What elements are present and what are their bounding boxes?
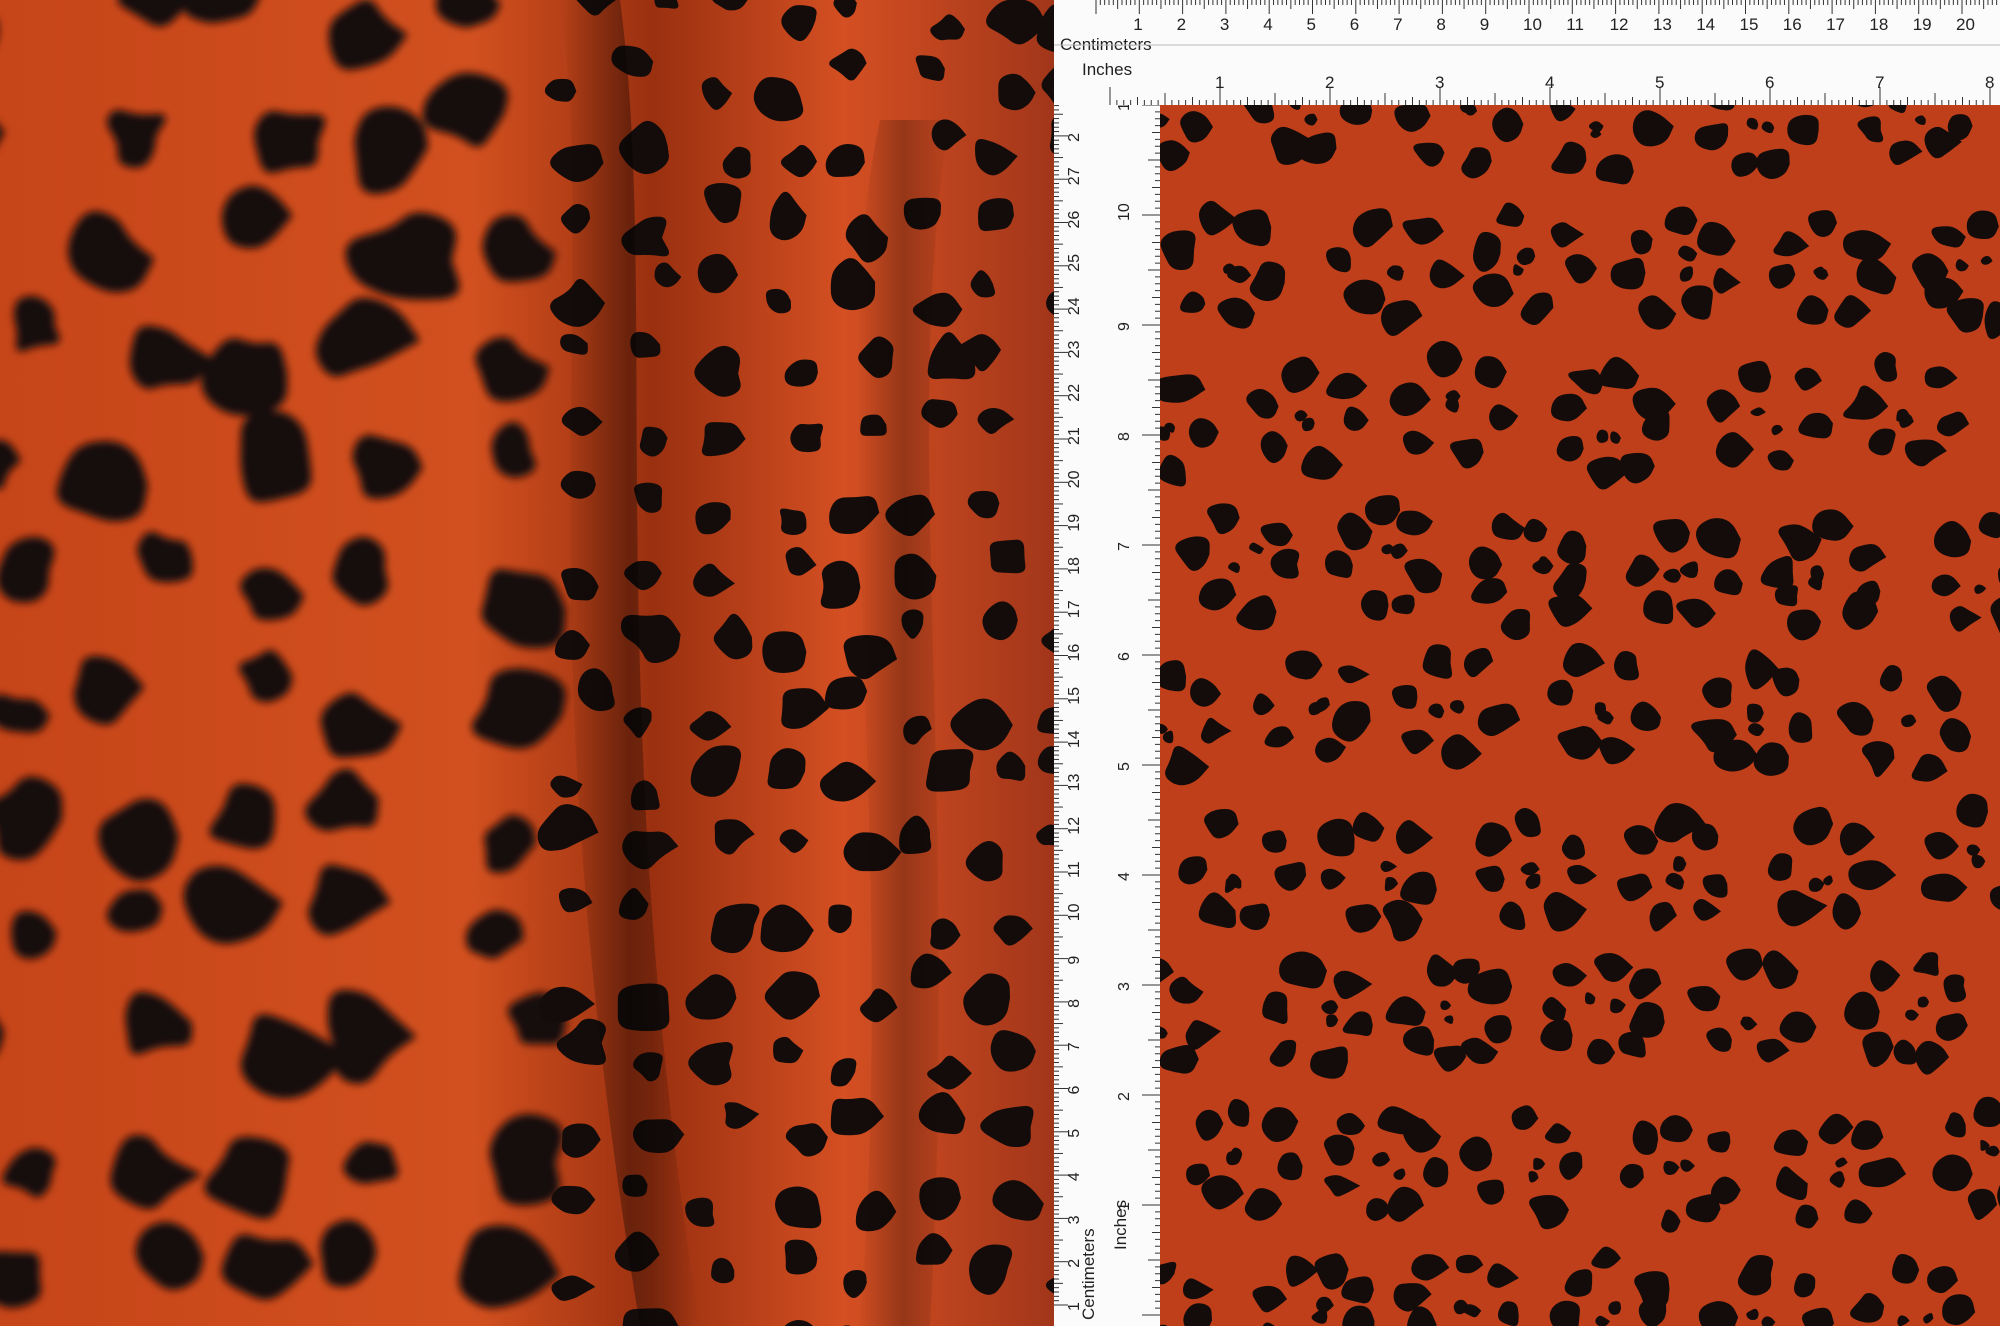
- left-ruler-cm-number: 18: [1066, 557, 1083, 575]
- left-ruler-cm-label: Centimeters: [1079, 1228, 1098, 1320]
- top-ruler-in-number: 8: [1985, 73, 1994, 92]
- top-ruler-cm-number: 12: [1610, 15, 1629, 34]
- left-ruler-cm-number: 14: [1066, 730, 1083, 748]
- left-ruler-in-number: 11: [1116, 105, 1133, 111]
- left-ruler-cm-number: 15: [1066, 687, 1083, 705]
- left-ruler-in-number: 7: [1116, 542, 1133, 551]
- left-ruler-in-number: 10: [1116, 203, 1133, 221]
- left-ruler-in-number: 2: [1116, 1092, 1133, 1101]
- top-ruler-in-number: 6: [1765, 73, 1774, 92]
- top-ruler-cm-number: 11: [1566, 15, 1584, 34]
- left-ruler: 1 2 3 4 5 6 7 8 9 10 11 12 13 14 15 16 17 18 19 20 21 22 23 24 2…: [1054, 94, 1160, 1326]
- left-ruler-cm-number: 5: [1066, 1129, 1083, 1138]
- top-ruler-in-number: 5: [1655, 73, 1664, 92]
- flat-fabric-swatch: [1160, 105, 2000, 1326]
- top-ruler-cm-number: 13: [1653, 15, 1672, 34]
- top-ruler-in-number: 4: [1545, 73, 1554, 92]
- left-ruler-cm-number: 4: [1066, 1172, 1083, 1181]
- leopard-spot: [489, 1114, 564, 1206]
- left-ruler-cm-number: 21: [1066, 427, 1083, 445]
- rosette-fragment: [1787, 114, 1819, 146]
- left-ruler-cm-number: 11: [1066, 861, 1083, 878]
- top-ruler-cm-number: 16: [1783, 15, 1802, 34]
- left-ruler-in-label: Inches: [1111, 1200, 1130, 1250]
- top-ruler-cm-number: 2: [1177, 15, 1186, 34]
- left-ruler-scale: 1234567891011121314151617181920212223242…: [1054, 94, 1160, 1320]
- leopard-spot: [779, 508, 807, 536]
- top-ruler-cm-number: 7: [1393, 15, 1402, 34]
- left-ruler-in-number: 9: [1116, 322, 1133, 331]
- top-ruler-cm-number: 3: [1220, 15, 1229, 34]
- top-ruler-cm-number: 18: [1869, 15, 1888, 34]
- top-ruler-cm-number: 17: [1826, 15, 1845, 34]
- draped-leopard-fabric: [0, 0, 1054, 1326]
- left-ruler-cm-number: 9: [1066, 956, 1083, 965]
- left-ruler-in-number: 5: [1116, 762, 1133, 771]
- leopard-spot: [254, 111, 326, 173]
- leopard-spot: [977, 198, 1014, 232]
- top-ruler-cm-number: 15: [1740, 15, 1759, 34]
- product-photo: Centimeters Inches 1 2 3 4 5 6 7 8 9 10 11 12 13 14 15…: [0, 0, 2000, 1326]
- top-ruler-cm-number: 14: [1696, 15, 1715, 34]
- left-ruler-cm-number: 8: [1066, 999, 1083, 1008]
- left-ruler-in-number: 4: [1116, 872, 1133, 881]
- left-ruler-cm-number: 19: [1066, 514, 1083, 532]
- top-ruler-cm-number: 8: [1436, 15, 1445, 34]
- leopard-spot: [820, 560, 861, 609]
- left-ruler-cm-number: 25: [1066, 254, 1083, 272]
- left-ruler-cm-number: 27: [1066, 167, 1083, 185]
- top-ruler-in-number: 2: [1325, 73, 1334, 92]
- draped-fabric-photo: [0, 0, 1054, 1326]
- rosette-fragment: [1966, 210, 1999, 240]
- leopard-spot: [762, 631, 807, 673]
- left-ruler-cm-ticks: 1234567891011121314151617181920212223242…: [1054, 105, 1083, 1311]
- top-ruler-cm-ticks: 123456789101112131415161718192021: [1095, 0, 2000, 34]
- left-ruler-cm-number: 6: [1066, 1086, 1083, 1095]
- top-ruler-in-number: 3: [1435, 73, 1444, 92]
- left-ruler-cm-number: 3: [1066, 1215, 1083, 1224]
- left-ruler-cm-number: 20: [1066, 470, 1083, 488]
- top-ruler-in-number: 1: [1215, 73, 1224, 92]
- top-ruler-cm-number: 4: [1263, 15, 1272, 34]
- left-ruler-in-number: 3: [1116, 982, 1133, 991]
- left-ruler-cm-number: 22: [1066, 384, 1083, 402]
- top-ruler-in-number: 7: [1875, 73, 1884, 92]
- top-ruler-in-ticks: 1 2 3 4 5 6 7 8: [1109, 73, 1994, 105]
- left-ruler-cm-number: 17: [1066, 600, 1083, 618]
- top-ruler-cm-number: 6: [1350, 15, 1359, 34]
- top-ruler-cm-number: 19: [1913, 15, 1932, 34]
- leopard-spot: [0, 1251, 42, 1308]
- top-ruler-cm-number: 20: [1956, 15, 1975, 34]
- left-ruler-cm-number: 12: [1066, 817, 1083, 835]
- top-ruler-in-label: Inches: [1082, 60, 1132, 79]
- left-ruler-cm-number: 24: [1066, 297, 1083, 315]
- leopard-spot: [654, 0, 679, 9]
- top-ruler-cm-number: 10: [1523, 15, 1542, 34]
- left-ruler-cm-number: 7: [1066, 1042, 1083, 1051]
- top-ruler-scale: Centimeters Inches 1 2 3 4 5 6 7 8 9 10 11 12 13 14 15…: [1054, 0, 2000, 105]
- leopard-spot: [989, 539, 1026, 574]
- flat-leopard-fabric: [1160, 105, 2000, 1326]
- left-ruler-cm-number: 2: [1066, 133, 1083, 142]
- left-ruler-in-ticks: 1234567891011: [1116, 94, 1160, 1316]
- top-ruler-cm-number: 1: [1133, 15, 1142, 34]
- left-ruler-in-number: 8: [1116, 432, 1133, 441]
- left-ruler-cm-number: 10: [1066, 903, 1083, 921]
- leopard-spot: [790, 423, 823, 453]
- left-ruler-cm-number: 13: [1066, 774, 1083, 792]
- rosette-fragment: [1160, 660, 1187, 692]
- top-ruler-cm-number: 9: [1480, 15, 1489, 34]
- top-ruler: Centimeters Inches 1 2 3 4 5 6 7 8 9 10 11 12 13 14 15…: [1054, 0, 2000, 105]
- left-ruler-cm-number: 16: [1066, 644, 1083, 662]
- left-ruler-cm-number: 23: [1066, 341, 1083, 359]
- left-ruler-in-number: 6: [1116, 652, 1133, 661]
- top-ruler-cm-number: 5: [1307, 15, 1316, 34]
- left-ruler-cm-number: 26: [1066, 211, 1083, 229]
